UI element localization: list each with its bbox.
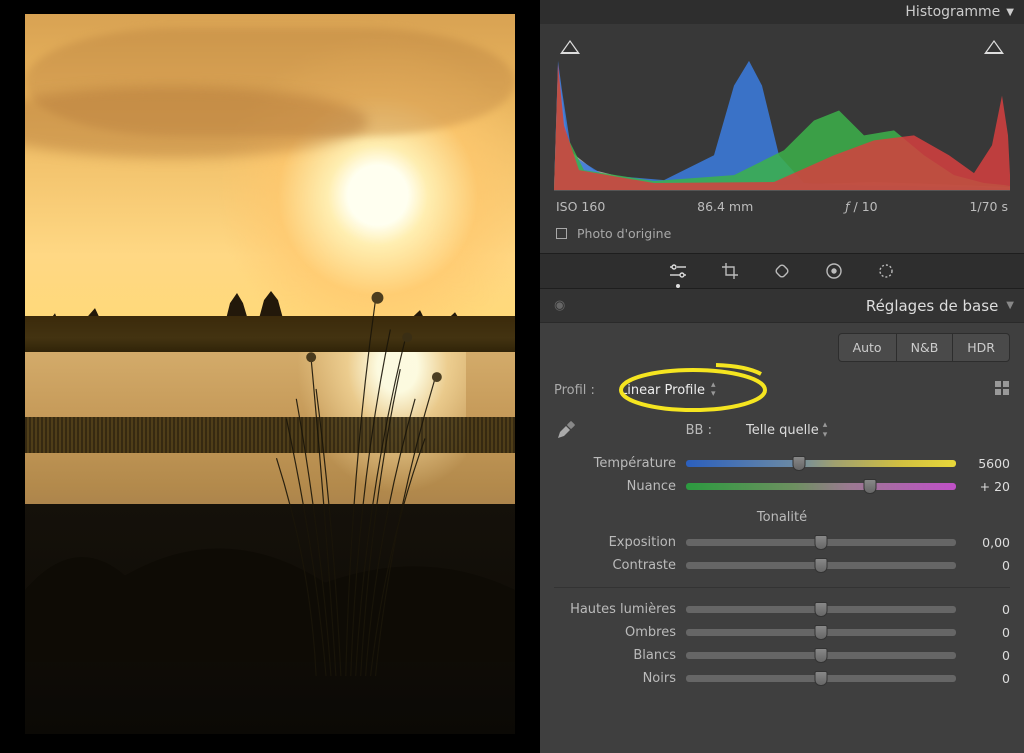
profile-browser-icon[interactable] xyxy=(994,380,1010,400)
temperature-slider[interactable] xyxy=(686,460,956,467)
blacks-label: Noirs xyxy=(554,671,676,686)
develop-panel: Histogramme ▼ ISO 160 86.4 mm ƒ / 10 1/7… xyxy=(540,0,1024,753)
profile-dropdown[interactable]: Linear Profile ▴▾ xyxy=(620,381,716,399)
hdr-button[interactable]: HDR xyxy=(952,333,1010,362)
exif-row: ISO 160 86.4 mm ƒ / 10 1/70 s xyxy=(554,191,1010,222)
crop-tool-icon[interactable] xyxy=(721,262,739,280)
tool-strip xyxy=(540,253,1024,289)
histogram-title: Histogramme xyxy=(905,4,1000,20)
histogram-panel-header[interactable]: Histogramme ▼ xyxy=(540,0,1024,24)
whites-slider[interactable] xyxy=(686,652,956,659)
contrast-value[interactable]: 0 xyxy=(966,558,1010,573)
histogram[interactable] xyxy=(554,36,1010,191)
collapse-icon: ▼ xyxy=(1006,300,1014,311)
tone-header: Tonalité xyxy=(554,510,1010,525)
highlights-slider[interactable] xyxy=(686,606,956,613)
shadows-label: Ombres xyxy=(554,625,676,640)
updown-icon: ▴▾ xyxy=(711,381,716,399)
auto-button[interactable]: Auto xyxy=(838,333,897,362)
redeye-tool-icon[interactable] xyxy=(877,262,895,280)
eye-icon[interactable]: ◉ xyxy=(554,298,565,313)
highlights-value[interactable]: 0 xyxy=(966,602,1010,617)
blacks-value[interactable]: 0 xyxy=(966,671,1010,686)
wb-dropdown[interactable]: Telle quelle ▴▾ xyxy=(746,420,827,440)
exif-iso: ISO 160 xyxy=(556,199,605,214)
temperature-label: Température xyxy=(554,456,676,471)
bw-button[interactable]: N&B xyxy=(897,333,953,362)
contrast-label: Contraste xyxy=(554,558,676,573)
edit-tool-icon[interactable] xyxy=(669,262,687,280)
tint-value[interactable]: + 20 xyxy=(966,479,1010,494)
exposure-label: Exposition xyxy=(554,535,676,550)
photo-preview-pane xyxy=(0,0,540,753)
wb-label: BB : xyxy=(590,423,712,438)
collapse-icon: ▼ xyxy=(1006,7,1014,18)
checkbox-icon xyxy=(556,228,567,239)
mask-tool-icon[interactable] xyxy=(825,262,843,280)
original-photo-label: Photo d'origine xyxy=(577,226,671,241)
shadows-value[interactable]: 0 xyxy=(966,625,1010,640)
basic-panel-header[interactable]: ◉ Réglages de base ▼ xyxy=(540,289,1024,323)
contrast-slider[interactable] xyxy=(686,562,956,569)
exif-shutter: 1/70 s xyxy=(969,199,1008,214)
whites-label: Blancs xyxy=(554,648,676,663)
basic-panel-title: Réglages de base xyxy=(866,297,998,315)
blacks-slider[interactable] xyxy=(686,675,956,682)
tint-label: Nuance xyxy=(554,479,676,494)
temperature-value[interactable]: 5600 xyxy=(966,456,1010,471)
exif-focal: 86.4 mm xyxy=(697,199,753,214)
healing-tool-icon[interactable] xyxy=(773,262,791,280)
shadows-slider[interactable] xyxy=(686,629,956,636)
white-balance-picker-icon[interactable] xyxy=(554,418,578,442)
exposure-value[interactable]: 0,00 xyxy=(966,535,1010,550)
original-photo-toggle[interactable]: Photo d'origine xyxy=(554,222,1010,253)
exif-aperture: ƒ / 10 xyxy=(845,199,877,214)
exposure-slider[interactable] xyxy=(686,539,956,546)
highlights-label: Hautes lumières xyxy=(554,602,676,617)
profile-label: Profil : xyxy=(554,383,604,398)
whites-value[interactable]: 0 xyxy=(966,648,1010,663)
tint-slider[interactable] xyxy=(686,483,956,490)
photo-preview[interactable] xyxy=(25,14,515,734)
updown-icon: ▴▾ xyxy=(823,420,828,440)
